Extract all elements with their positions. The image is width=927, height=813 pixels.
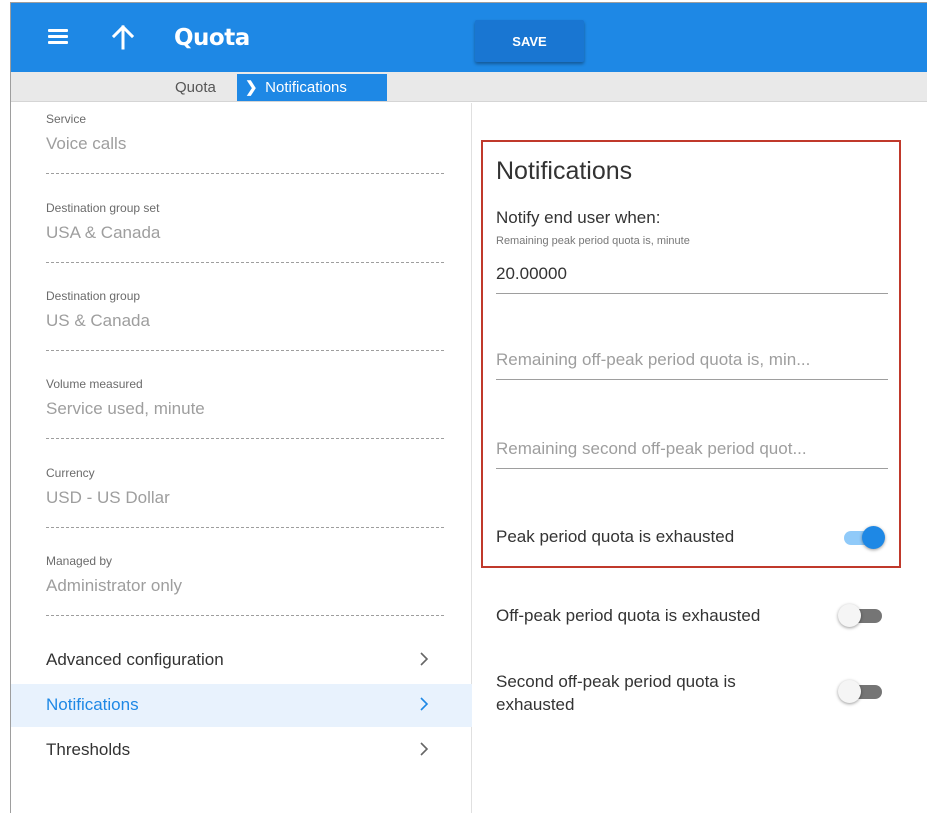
toggle-label-line: exhausted: [496, 695, 575, 714]
field-label: Service: [46, 112, 87, 126]
field-value: US & Canada: [46, 311, 150, 330]
top-bar: Quota SAVE: [11, 3, 927, 72]
field-value: Service used, minute: [46, 399, 205, 418]
page-title: Quota: [174, 25, 250, 51]
chevron-right-icon: [420, 697, 429, 711]
nav-item-label: Notifications: [46, 695, 139, 714]
service-field: Service Voice calls: [46, 112, 444, 174]
currency-field: Currency USD - US Dollar: [46, 466, 444, 528]
chevron-right-icon: ❯: [245, 79, 258, 96]
field-label: Currency: [46, 466, 95, 480]
toggle-knob: [862, 526, 885, 549]
breadcrumb-item-label: Notifications: [265, 79, 347, 96]
nav-item-label: Advanced configuration: [46, 650, 224, 669]
nav-item-advanced-configuration[interactable]: Advanced configuration: [11, 639, 472, 682]
offpeak-exhausted-label: Off-peak period quota is exhausted: [496, 606, 761, 625]
breadcrumb-item-quota[interactable]: Quota: [175, 79, 216, 96]
second-offpeak-quota-input[interactable]: Remaining second off-peak period quot...: [496, 439, 888, 469]
offpeak-quota-input[interactable]: Remaining off-peak period quota is, min.…: [496, 350, 888, 380]
second-offpeak-exhausted-toggle[interactable]: [838, 680, 888, 703]
field-value: Voice calls: [46, 134, 127, 153]
field-label: Destination group: [46, 289, 141, 303]
peak-quota-input[interactable]: 20.00000: [496, 264, 888, 294]
volume-measured-field: Volume measured Service used, minute: [46, 377, 444, 439]
field-value: Administrator only: [46, 576, 183, 595]
field-value: USA & Canada: [46, 223, 161, 242]
field-label: Managed by: [46, 554, 113, 568]
nav-item-label: Thresholds: [46, 740, 131, 759]
toggle-label-line: Second off-peak period quota is: [496, 672, 736, 691]
hamburger-menu-icon[interactable]: [48, 29, 68, 45]
nav-item-thresholds[interactable]: Thresholds: [11, 729, 472, 772]
toggle-knob: [838, 680, 861, 703]
peak-exhausted-label: Peak period quota is exhausted: [496, 527, 735, 546]
offpeak-exhausted-toggle[interactable]: [838, 604, 888, 627]
notify-label: Notify end user when:: [496, 208, 661, 227]
nav-item-notifications[interactable]: Notifications: [11, 684, 472, 727]
breadcrumb: Quota ❯ Notifications: [11, 72, 927, 102]
details-panel: Service Voice calls Destination group se…: [11, 103, 472, 813]
field-value: USD - US Dollar: [46, 488, 170, 507]
field-label: Destination group set: [46, 201, 160, 215]
chevron-right-icon: [420, 742, 429, 756]
managed-by-field: Managed by Administrator only: [46, 554, 444, 616]
peak-exhausted-toggle[interactable]: [838, 526, 888, 549]
arrow-up-icon[interactable]: [111, 24, 135, 50]
second-offpeak-exhausted-label: Second off-peak period quota is exhauste…: [496, 670, 736, 716]
field-label: Volume measured: [46, 377, 143, 391]
section-title: Notifications: [496, 157, 633, 185]
destination-group-field: Destination group US & Canada: [46, 289, 444, 351]
peak-quota-label: Remaining peak period quota is, minute: [496, 235, 690, 247]
save-button[interactable]: SAVE: [475, 20, 584, 62]
toggle-knob: [838, 604, 861, 627]
chevron-right-icon: [420, 652, 429, 666]
breadcrumb-item-notifications[interactable]: ❯ Notifications: [237, 74, 387, 101]
destination-group-set-field: Destination group set USA & Canada: [46, 201, 444, 263]
